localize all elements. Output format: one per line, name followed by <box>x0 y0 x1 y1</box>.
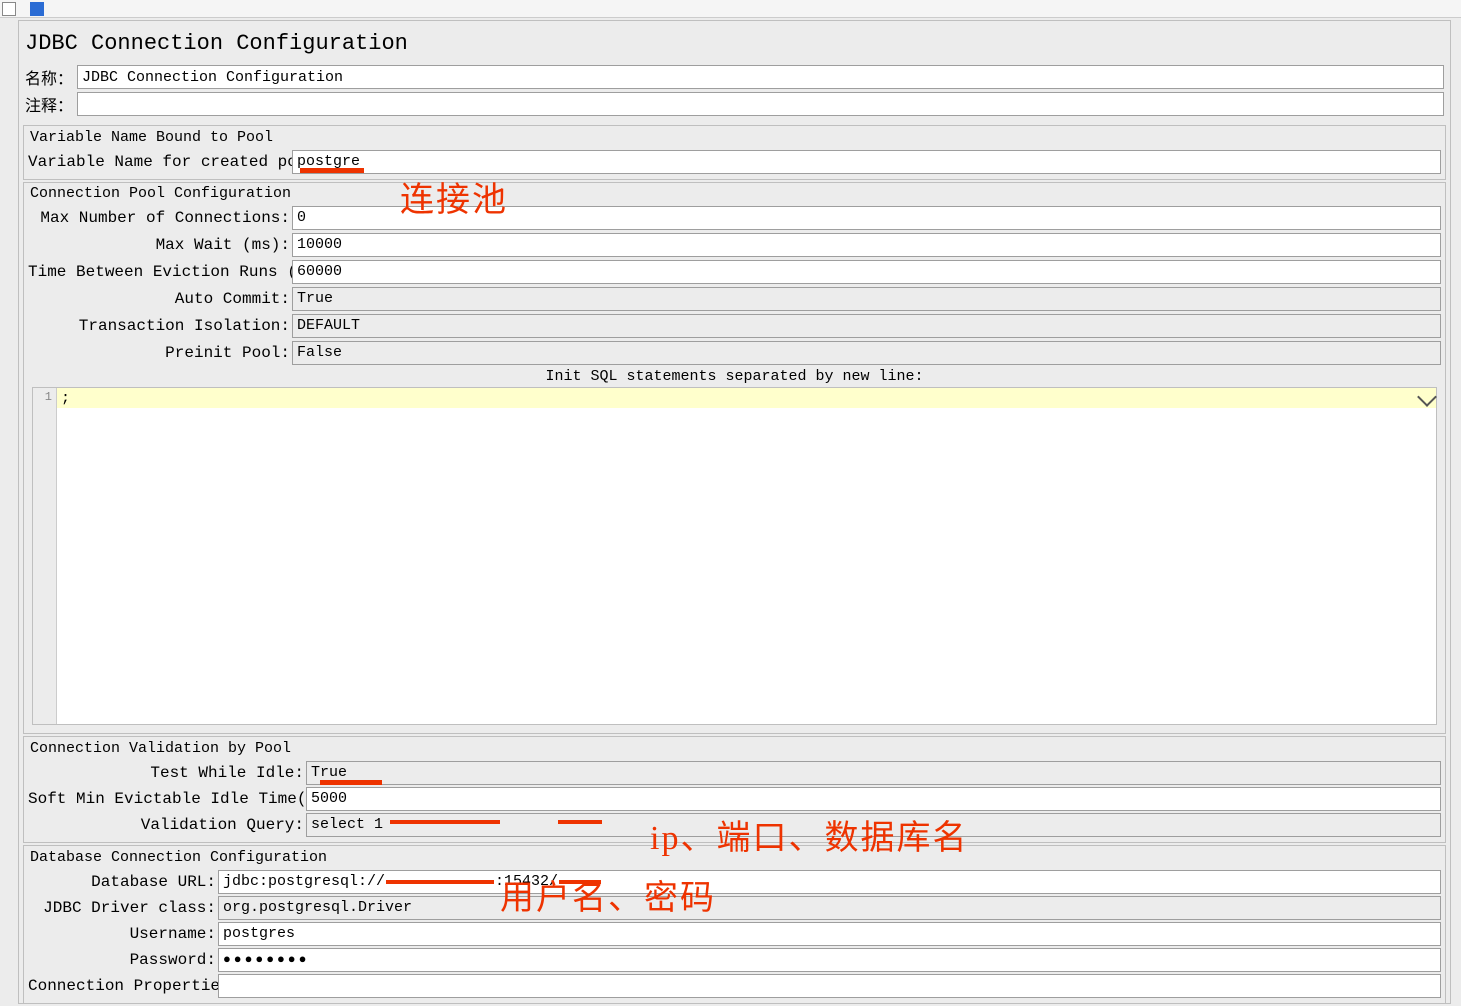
conn-pool-title: Connection Pool Configuration <box>28 185 1441 202</box>
time-between-label: Time Between Eviction Runs (ms): <box>28 263 292 281</box>
sql-line-no: 1 <box>45 390 52 404</box>
sql-code[interactable]: ; <box>57 388 1436 724</box>
user-input[interactable] <box>218 922 1441 946</box>
sql-gutter: 1 <box>33 388 57 724</box>
toolbar-stub <box>0 0 1461 18</box>
max-wait-input[interactable] <box>292 233 1441 257</box>
init-sql-label: Init SQL statements separated by new lin… <box>28 366 1441 387</box>
pwd-label: Password: <box>28 951 218 969</box>
max-wait-label: Max Wait (ms): <box>28 236 292 254</box>
time-between-input[interactable] <box>292 260 1441 284</box>
pwd-input[interactable]: ●●●●●●●● <box>218 948 1441 972</box>
comment-label: 注释： <box>25 92 77 116</box>
tx-iso-label: Transaction Isolation: <box>28 317 292 335</box>
db-group: Database Connection Configuration Databa… <box>23 845 1446 1003</box>
save-icon <box>30 2 44 16</box>
comment-input[interactable] <box>77 92 1444 116</box>
val-query-label: Validation Query: <box>28 816 306 834</box>
validation-group: Connection Validation by Pool Test While… <box>23 736 1446 843</box>
validation-title: Connection Validation by Pool <box>28 740 293 757</box>
new-icon <box>2 2 16 16</box>
max-conn-input[interactable] <box>292 206 1441 230</box>
soft-min-input[interactable] <box>306 787 1441 811</box>
props-input[interactable] <box>218 974 1441 998</box>
driver-select[interactable]: org.postgresql.Driver <box>218 896 1441 920</box>
preinit-select[interactable]: False <box>292 341 1441 365</box>
top-form: 名称： 注释： <box>19 62 1450 125</box>
var-name-label: Variable Name for created pool: <box>28 153 292 171</box>
test-idle-select[interactable]: True <box>306 761 1441 785</box>
var-pool-group: Variable Name Bound to Pool Variable Nam… <box>23 125 1446 180</box>
var-pool-title: Variable Name Bound to Pool <box>28 129 275 146</box>
conn-pool-group: Connection Pool Configuration Max Number… <box>23 182 1446 734</box>
name-label: 名称： <box>25 65 77 89</box>
name-input[interactable] <box>77 65 1444 89</box>
val-query-select[interactable]: select 1 <box>306 813 1441 837</box>
driver-label: JDBC Driver class: <box>28 899 218 917</box>
tx-iso-select[interactable]: DEFAULT <box>292 314 1441 338</box>
props-label: Connection Properties: <box>28 977 218 995</box>
user-label: Username: <box>28 925 218 943</box>
test-idle-label: Test While Idle: <box>28 764 306 782</box>
preinit-label: Preinit Pool: <box>28 344 292 362</box>
max-conn-label: Max Number of Connections: <box>28 209 292 227</box>
init-sql-editor[interactable]: 1 ; <box>32 387 1437 725</box>
auto-commit-select[interactable]: True <box>292 287 1441 311</box>
page-title: JDBC Connection Configuration <box>19 21 1450 62</box>
auto-commit-label: Auto Commit: <box>28 290 292 308</box>
config-panel: JDBC Connection Configuration 名称： 注释： Va… <box>18 20 1451 1004</box>
var-name-input[interactable] <box>292 150 1441 174</box>
db-url-label: Database URL: <box>28 873 218 891</box>
db-title: Database Connection Configuration <box>28 849 329 866</box>
soft-min-label: Soft Min Evictable Idle Time(ms): <box>28 790 306 808</box>
db-url-input[interactable]: jdbc:postgresql://:15432/ <box>218 870 1441 894</box>
